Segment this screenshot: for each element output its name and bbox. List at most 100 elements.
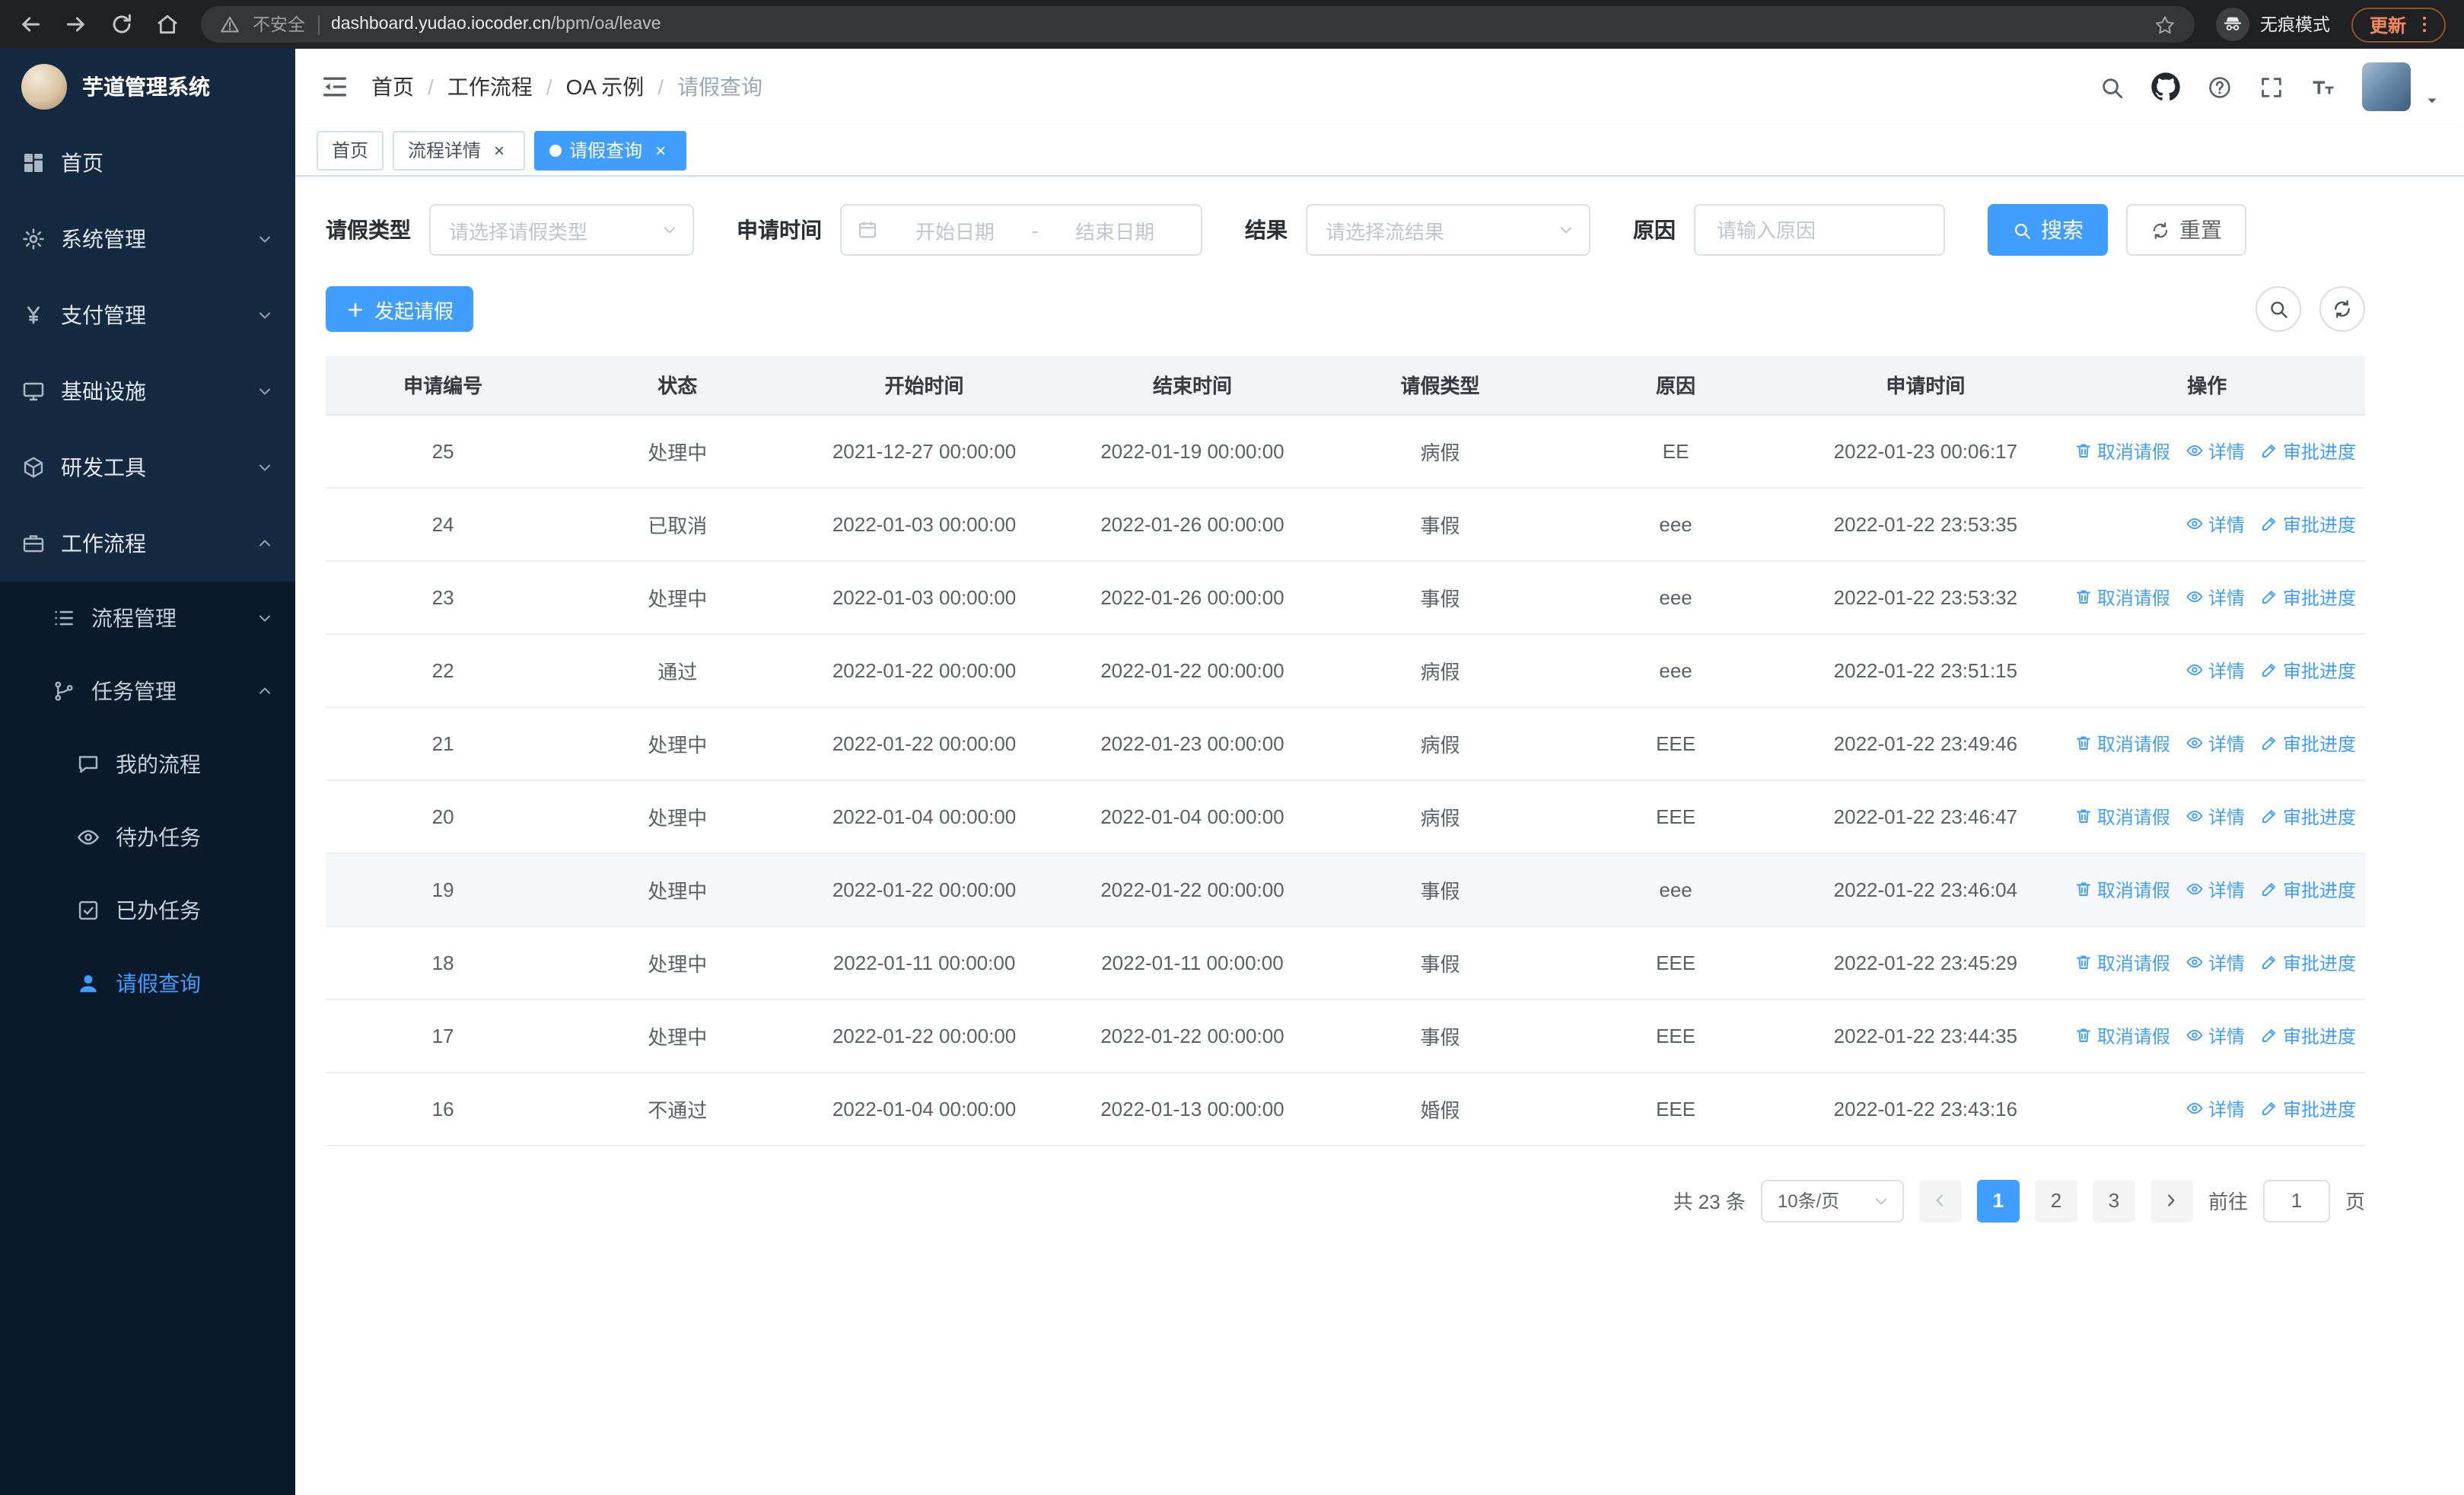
cell-status: 处理中 [560,706,795,780]
page-size-select[interactable]: 10条/页 [1760,1179,1904,1222]
cancel-leave-link[interactable]: 取消请假 [2074,438,2170,464]
column-header: 申请时间 [1802,356,2049,415]
sidebar-item-leave-query[interactable]: 请假查询 [0,947,295,1020]
progress-link[interactable]: 审批进度 [2260,657,2356,683]
detail-link[interactable]: 详情 [2185,584,2245,610]
breadcrumb-item[interactable]: 工作流程 [447,72,533,102]
cancel-leave-link[interactable]: 取消请假 [2074,803,2170,829]
browser-back-icon[interactable] [18,12,43,37]
detail-link[interactable]: 详情 [2185,949,2245,975]
action-label: 取消请假 [2096,806,2170,827]
page-button-2[interactable]: 2 [2034,1179,2077,1222]
cancel-leave-link[interactable]: 取消请假 [2074,949,2170,975]
cell-request-id: 22 [326,633,561,707]
reason-input[interactable] [1714,217,1925,243]
sidebar-item-infrastructure[interactable]: 基础设施 [0,353,295,429]
detail-link[interactable]: 详情 [2185,657,2245,683]
reset-button[interactable]: 重置 [2126,204,2246,256]
create-leave-button[interactable]: 发起请假 [326,286,474,332]
app-logo[interactable]: 芋道管理系统 [0,49,295,125]
sidebar-item-process-management[interactable]: 流程管理 [0,582,295,655]
cancel-leave-link[interactable]: 取消请假 [2074,1022,2170,1048]
cancel-leave-link[interactable]: 取消请假 [2074,584,2170,610]
url-divider [317,14,319,34]
sidebar-item-payment-management[interactable]: 支付管理 [0,277,295,353]
breadcrumb-item[interactable]: 首页 [371,72,414,102]
progress-link[interactable]: 审批进度 [2260,1022,2356,1048]
end-date-placeholder[interactable]: 结束日期 [1044,215,1186,244]
fullscreen-icon[interactable] [2259,74,2284,100]
cancel-leave-link[interactable]: 取消请假 [2074,876,2170,902]
progress-link[interactable]: 审批进度 [2260,949,2356,975]
sidebar-item-done-tasks[interactable]: 已办任务 [0,874,295,947]
tags-view: 首页 流程详情 × 请假查询 × [295,125,2464,177]
cell-start-time: 2022-01-22 00:00:00 [794,633,1054,707]
progress-link[interactable]: 审批进度 [2260,511,2356,537]
sidebar-item-home[interactable]: 首页 [0,125,295,201]
prev-page-button[interactable] [1918,1179,1962,1222]
security-warning-icon[interactable] [219,14,240,35]
detail-link[interactable]: 详情 [2185,1095,2245,1121]
goto-page-input[interactable] [2262,1179,2330,1222]
bookmark-star-icon[interactable] [2154,13,2176,36]
app-title: 芋道管理系统 [82,75,210,99]
progress-link[interactable]: 审批进度 [2260,1095,2356,1121]
search-icon[interactable] [2099,74,2125,100]
cancel-leave-link[interactable]: 取消请假 [2074,730,2170,756]
table-row: 17 处理中 2022-01-22 00:00:00 2022-01-22 00:00… [326,999,2365,1073]
progress-link[interactable]: 审批进度 [2260,803,2356,829]
page-button-1[interactable]: 1 [1976,1179,2020,1222]
cell-request-id: 16 [326,1072,561,1146]
action-label: 审批进度 [2282,514,2356,535]
avatar-caret-icon[interactable] [2424,93,2440,108]
page-button-3[interactable]: 3 [2092,1179,2135,1222]
font-size-icon[interactable] [2310,74,2336,100]
detail-link[interactable]: 详情 [2185,876,2245,902]
security-label[interactable]: 不安全 [253,12,305,37]
tab-process-detail[interactable]: 流程详情 × [393,130,526,170]
detail-link[interactable]: 详情 [2185,511,2245,537]
detail-link[interactable]: 详情 [2185,730,2245,756]
sidebar-item-my-process[interactable]: 我的流程 [0,728,295,801]
next-page-button[interactable] [2150,1179,2193,1222]
help-icon[interactable] [2207,74,2233,100]
browser-home-icon[interactable] [155,12,180,37]
tab-close-icon[interactable]: × [650,139,671,161]
address-bar[interactable]: 不安全 dashboard.yudao.iocoder.cn/bpm/oa/le… [201,6,2195,43]
kebab-menu-icon[interactable] [2414,14,2435,35]
progress-link[interactable]: 审批进度 [2260,876,2356,902]
leave-type-select[interactable]: 请选择请假类型 [429,204,694,256]
sidebar-item-task-management[interactable]: 任务管理 [0,655,295,728]
user-avatar[interactable] [2362,62,2411,111]
browser-update-button[interactable]: 更新 [2351,7,2446,42]
result-select[interactable]: 请选择流结果 [1306,204,1590,256]
tab-leave-query[interactable]: 请假查询 × [534,130,687,170]
cell-leave-type: 事假 [1331,926,1549,999]
browser-reload-icon[interactable] [110,12,134,37]
sidebar-item-dev-tools[interactable]: 研发工具 [0,429,295,505]
refresh-table-button[interactable] [2319,286,2365,332]
browser-forward-icon[interactable] [64,12,88,37]
toggle-search-button[interactable] [2255,286,2301,332]
apply-time-range-picker[interactable]: 开始日期 - 结束日期 [840,204,1202,256]
table-row: 21 处理中 2022-01-22 00:00:00 2022-01-23 00:00… [326,706,2365,780]
github-icon[interactable] [2150,72,2181,102]
tab-close-icon[interactable]: × [489,139,510,161]
detail-link[interactable]: 详情 [2185,438,2245,464]
action-label: 详情 [2208,660,2245,681]
sidebar-item-todo-tasks[interactable]: 待办任务 [0,801,295,874]
detail-link[interactable]: 详情 [2185,1022,2245,1048]
breadcrumb-item[interactable]: OA 示例 [566,72,645,102]
search-button[interactable]: 搜索 [1988,204,2108,256]
right-tools [2255,286,2365,332]
detail-link[interactable]: 详情 [2185,803,2245,829]
sidebar-item-workflow[interactable]: 工作流程 [0,505,295,582]
cell-actions: 详情 审批进度 [2049,633,2365,707]
tab-home[interactable]: 首页 [317,130,384,170]
start-date-placeholder[interactable]: 开始日期 [884,215,1026,244]
progress-link[interactable]: 审批进度 [2260,584,2356,610]
sidebar-toggle-icon[interactable] [320,72,350,102]
progress-link[interactable]: 审批进度 [2260,730,2356,756]
sidebar-item-system-management[interactable]: 系统管理 [0,201,295,277]
progress-link[interactable]: 审批进度 [2260,438,2356,464]
